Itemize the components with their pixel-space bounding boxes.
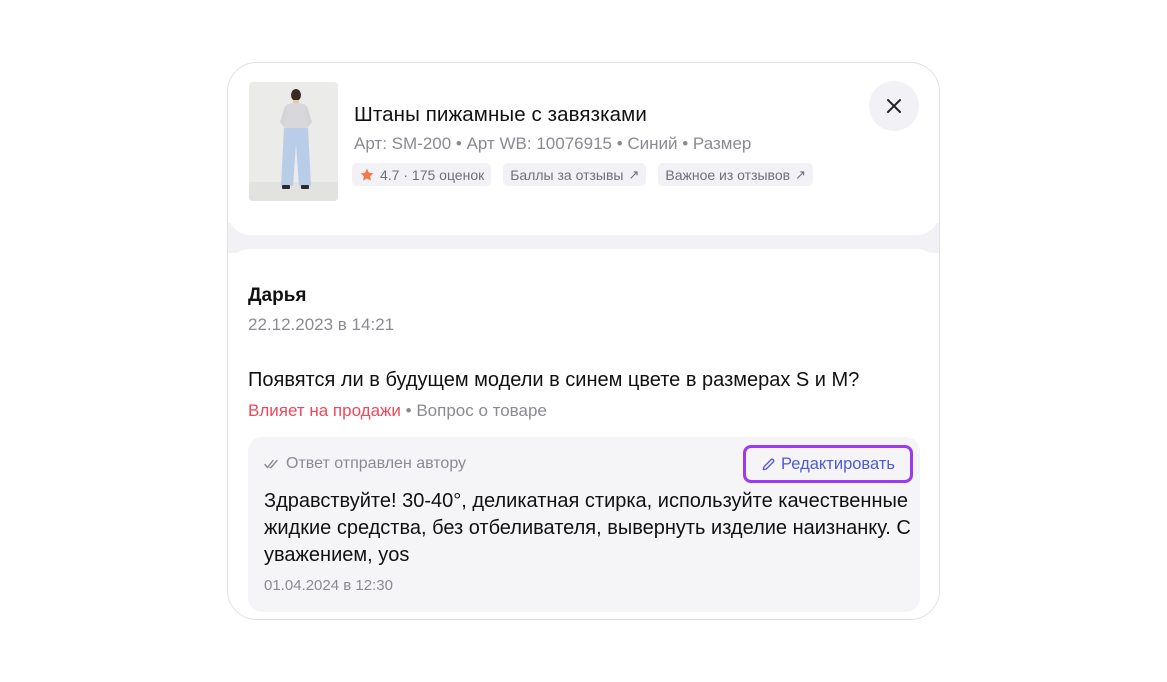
important-from-reviews-link[interactable]: Важное из отзывов ↗	[658, 163, 813, 186]
answer-status: Ответ отправлен автору	[264, 455, 466, 473]
author-name: Дарья	[248, 285, 307, 306]
important-from-reviews-label: Важное из отзывов	[665, 166, 791, 183]
edit-answer-label: Редактировать	[781, 454, 895, 473]
category-tag: Вопрос о товаре	[416, 401, 547, 420]
product-title: Штаны пижамные с завязками	[354, 103, 647, 126]
points-for-reviews-link[interactable]: Баллы за отзывы ↗	[503, 163, 647, 186]
answer-date: 01.04.2024 в 12:30	[264, 577, 393, 594]
arrow-up-right-icon: ↗	[628, 166, 640, 182]
tag-separator: •	[400, 401, 417, 420]
product-chips: 4.7 · 175 оценок Баллы за отзывы ↗ Важно…	[352, 163, 813, 186]
star-icon	[360, 168, 374, 181]
answer-status-label: Ответ отправлен автору	[286, 455, 467, 472]
points-for-reviews-label: Баллы за отзывы	[510, 166, 624, 183]
product-header: Штаны пижамные с завязками Арт: SM-200 •…	[228, 63, 939, 235]
close-button[interactable]	[869, 81, 919, 131]
question-card: Штаны пижамные с завязками Арт: SM-200 •…	[227, 62, 940, 620]
product-image	[249, 82, 338, 201]
answer-box: Ответ отправлен автору Редактировать Здр…	[248, 437, 920, 612]
answer-text: Здравствуйте! 30-40°, деликатная стирка,…	[264, 490, 911, 566]
impact-tag: Влияет на продажи	[248, 401, 401, 420]
question-date: 22.12.2023 в 14:21	[248, 315, 395, 334]
arrow-up-right-icon: ↗	[795, 166, 806, 182]
edit-answer-button[interactable]: Редактировать	[743, 445, 913, 483]
close-icon	[887, 99, 901, 113]
pencil-icon	[762, 458, 775, 470]
product-meta: Арт: SM-200 • Арт WB: 10076915 • Синий •…	[354, 134, 752, 153]
double-check-icon	[264, 459, 278, 469]
rating-chip: 4.7 · 175 оценок	[352, 163, 492, 186]
question-section: Дарья 22.12.2023 в 14:21 Появятся ли в б…	[228, 249, 939, 619]
question-text: Появятся ли в будущем модели в синем цве…	[248, 369, 860, 391]
question-tags: Влияет на продажи • Вопрос о товаре	[248, 401, 547, 421]
rating-text: 4.7 · 175 оценок	[380, 166, 485, 183]
